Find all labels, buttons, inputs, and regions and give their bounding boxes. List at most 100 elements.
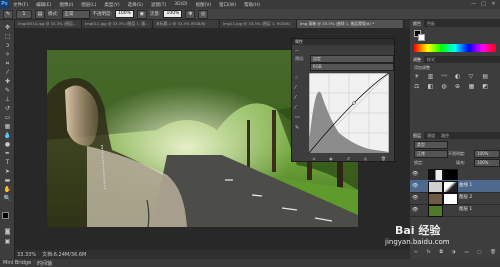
pressure-opacity-icon[interactable]: ◉ bbox=[136, 9, 147, 19]
menu-filter[interactable]: 滤镜(T) bbox=[147, 2, 170, 8]
delete-icon[interactable]: 🗑 bbox=[381, 156, 386, 161]
black-white-icon[interactable]: ◧ bbox=[428, 82, 442, 92]
menu-window[interactable]: 窗口(W) bbox=[215, 2, 240, 8]
airbrush-icon[interactable]: ✻ bbox=[185, 9, 196, 19]
brush-tool-icon[interactable]: ✎ bbox=[3, 9, 13, 19]
tab-swatches[interactable]: 色板 bbox=[424, 20, 438, 27]
add-mask-icon[interactable]: ◘ bbox=[439, 250, 443, 256]
pencil-draw-icon[interactable]: ✎ bbox=[295, 123, 305, 133]
view-previous-icon[interactable]: ◉ bbox=[329, 156, 333, 161]
curve-edit-icon[interactable]: 〰 bbox=[295, 113, 305, 123]
tab-adjustments[interactable]: 调整 bbox=[410, 56, 424, 63]
menu-view[interactable]: 视图(V) bbox=[192, 2, 216, 8]
history-brush-tool-icon[interactable]: ↺ bbox=[3, 105, 12, 112]
brush-tool-icon[interactable]: ✎ bbox=[3, 87, 12, 94]
layer-filter-select[interactable]: 类型 bbox=[414, 141, 448, 149]
channel-mixer-icon[interactable]: ⊕ bbox=[455, 82, 469, 92]
tab-paths[interactable]: 路径 bbox=[438, 132, 452, 139]
channel-select[interactable]: RGB bbox=[310, 63, 394, 71]
on-image-adjust-icon[interactable]: ☝ bbox=[295, 73, 305, 83]
brush-preset-picker[interactable]: 1 bbox=[16, 9, 32, 19]
tab-layers[interactable]: 图层 bbox=[410, 132, 424, 139]
menu-help[interactable]: 帮助(H) bbox=[240, 2, 264, 8]
move-tool-icon[interactable]: ✥ bbox=[3, 24, 12, 31]
marquee-tool-icon[interactable]: ⬚ bbox=[3, 33, 12, 40]
type-tool-icon[interactable]: T bbox=[3, 159, 12, 166]
zoom-tool-icon[interactable]: 🔍 bbox=[3, 195, 12, 202]
magic-wand-tool-icon[interactable]: ✧ bbox=[3, 51, 12, 58]
color-spectrum[interactable] bbox=[414, 44, 496, 52]
brush-panel-icon[interactable]: ▤ bbox=[35, 9, 45, 19]
blur-tool-icon[interactable]: 💧 bbox=[3, 132, 12, 139]
document-tab[interactable]: Img00510.jpg @ 33.3% (图层... bbox=[15, 20, 82, 28]
layers-opacity-field[interactable]: 100% bbox=[474, 150, 500, 158]
timeline-tab[interactable]: 时间轴 bbox=[37, 260, 52, 267]
lasso-tool-icon[interactable]: ↄ bbox=[3, 42, 12, 49]
color-bg-swatch[interactable] bbox=[418, 34, 425, 41]
zoom-level[interactable]: 33.33% bbox=[17, 252, 36, 258]
eraser-tool-icon[interactable]: ▭ bbox=[3, 114, 12, 121]
clip-to-layer-icon[interactable]: ⇲ bbox=[312, 156, 315, 161]
mini-bridge-tab[interactable]: Mini Bridge bbox=[3, 260, 31, 266]
curves-icon[interactable]: 〰 bbox=[441, 72, 455, 82]
document-tab[interactable]: Img11.jpg @ 33.3% (图层 1, RGB/8) bbox=[220, 20, 297, 28]
gray-point-eyedropper-icon[interactable]: ⁄ bbox=[295, 93, 305, 103]
menu-file[interactable]: 文件(F) bbox=[9, 2, 32, 8]
menu-select[interactable]: 选择(S) bbox=[124, 2, 147, 8]
exposure-icon[interactable]: ◐ bbox=[455, 72, 469, 82]
new-layer-icon[interactable]: ▢ bbox=[477, 250, 481, 256]
photo-filter-icon[interactable]: ◍ bbox=[441, 82, 455, 92]
visibility-icon[interactable]: ◎ bbox=[364, 156, 368, 161]
foreground-color-swatch[interactable] bbox=[2, 212, 9, 219]
new-group-icon[interactable]: ▭ bbox=[464, 250, 468, 256]
white-point-eyedropper-icon[interactable]: ⁄ bbox=[295, 103, 305, 113]
tab-channels[interactable]: 通道 bbox=[424, 132, 438, 139]
screen-mode-icon[interactable]: ▣ bbox=[3, 238, 12, 245]
preset-select[interactable]: 自定 bbox=[310, 55, 394, 63]
color-balance-icon[interactable]: ⚖ bbox=[414, 82, 428, 92]
maximize-button[interactable]: □ bbox=[480, 1, 487, 7]
document-tab[interactable]: 未标题-1 @ 33.3% (RGB/8) bbox=[153, 20, 220, 28]
path-selection-tool-icon[interactable]: ➤ bbox=[3, 168, 12, 175]
gradient-tool-icon[interactable]: ▦ bbox=[3, 123, 12, 130]
vibrance-icon[interactable]: ▽ bbox=[469, 72, 483, 82]
hue-saturation-icon[interactable]: ▤ bbox=[482, 72, 496, 82]
visibility-eye-icon[interactable]: 👁 bbox=[412, 195, 418, 201]
tab-styles[interactable]: 样式 bbox=[424, 56, 438, 63]
color-lookup-icon[interactable]: ▦ bbox=[469, 82, 483, 92]
visibility-eye-icon[interactable]: 👁 bbox=[412, 171, 418, 177]
menu-type[interactable]: 类型(Y) bbox=[100, 2, 123, 8]
invert-icon[interactable]: ◩ bbox=[482, 82, 496, 92]
brightness-icon[interactable]: ☀ bbox=[414, 72, 428, 82]
pressure-size-icon[interactable]: ◎ bbox=[198, 9, 209, 19]
flow-field[interactable]: 100% bbox=[163, 10, 183, 18]
menu-3d[interactable]: 3D(D) bbox=[170, 2, 191, 7]
minimize-button[interactable]: — bbox=[470, 1, 477, 7]
close-button[interactable]: ✕ bbox=[490, 1, 497, 7]
healing-brush-tool-icon[interactable]: ✚ bbox=[3, 78, 12, 85]
layer-row[interactable]: 👁 图层 1 bbox=[410, 204, 500, 217]
shape-tool-icon[interactable]: ▬ bbox=[3, 177, 12, 184]
crop-tool-icon[interactable]: ⌗ bbox=[3, 60, 12, 67]
black-point-eyedropper-icon[interactable]: ⁄ bbox=[295, 83, 305, 93]
visibility-eye-icon[interactable]: 👁 bbox=[412, 207, 418, 213]
menu-image[interactable]: 图像(I) bbox=[55, 2, 77, 8]
tab-color[interactable]: 颜色 bbox=[410, 20, 424, 27]
mode-select[interactable]: 正常 bbox=[61, 9, 90, 19]
curves-graph[interactable] bbox=[309, 73, 389, 153]
document-tab-active[interactable]: Img 清晰 @ 33.3% (曲线 1, 图层蒙版/8) * bbox=[297, 20, 404, 28]
pen-tool-icon[interactable]: ✒ bbox=[3, 150, 12, 157]
menu-layer[interactable]: 图层(L) bbox=[77, 2, 100, 8]
fill-field[interactable]: 100% bbox=[474, 159, 500, 167]
reset-icon[interactable]: ↺ bbox=[346, 156, 349, 161]
dodge-tool-icon[interactable]: ● bbox=[3, 141, 12, 148]
new-adjustment-icon[interactable]: ◑ bbox=[452, 250, 456, 256]
hand-tool-icon[interactable]: ✋ bbox=[3, 186, 12, 193]
levels-icon[interactable]: ▥ bbox=[428, 72, 442, 82]
quick-mask-icon[interactable]: ◙ bbox=[3, 228, 12, 235]
menu-edit[interactable]: 编辑(E) bbox=[32, 2, 55, 8]
layer-style-icon[interactable]: fx bbox=[426, 250, 430, 256]
delete-layer-icon[interactable]: 🗑 bbox=[490, 250, 496, 256]
blend-mode-select[interactable]: 正常 bbox=[414, 150, 448, 158]
document-tab[interactable]: Img011.jpg @ 33.3% (图层 1, 通... bbox=[82, 20, 153, 28]
